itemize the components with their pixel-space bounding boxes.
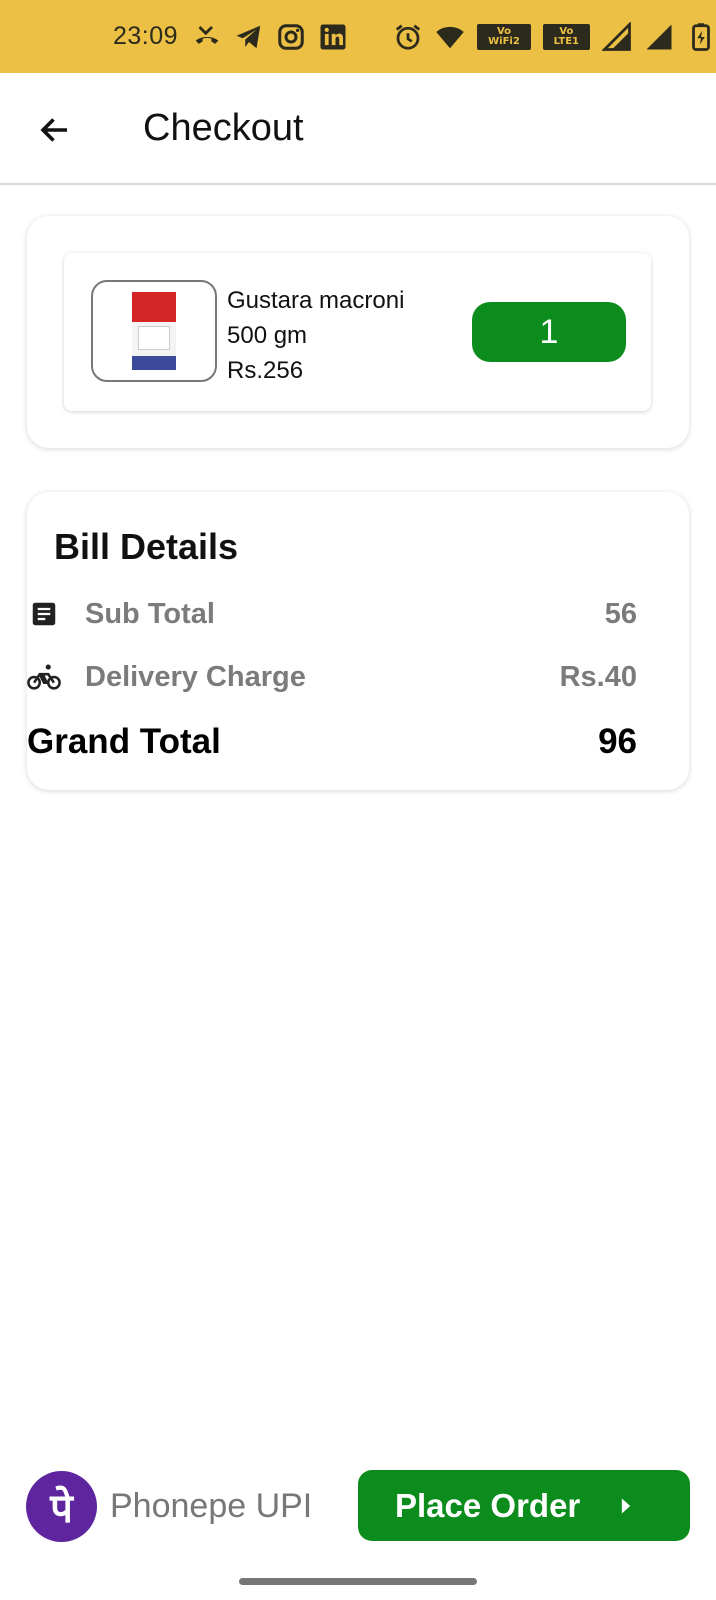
- missed-call-icon: [192, 22, 222, 52]
- cart-card: Gustara macroni 500 gm Rs.256 1: [27, 216, 689, 448]
- subtotal-label: Sub Total: [85, 597, 215, 630]
- bill-title: Bill Details: [54, 526, 239, 567]
- item-size: 500 gm: [227, 322, 308, 349]
- arrow-left-icon: [40, 118, 67, 142]
- phonepe-logo[interactable]: पे: [26, 1471, 97, 1542]
- grand-total-row: Grand Total 96: [27, 722, 637, 762]
- quantity-button[interactable]: 1: [472, 302, 626, 362]
- gesture-nav-bar[interactable]: [239, 1578, 477, 1585]
- cart-item: Gustara macroni 500 gm Rs.256 1: [64, 253, 651, 411]
- signal-icon: [602, 21, 632, 52]
- delivery-value: Rs.40: [559, 660, 637, 693]
- checkout-screen: 23:09 Vo WiFi2 Vo LTE1 Checkout Gustara …: [0, 0, 716, 1600]
- page-title: Checkout: [143, 107, 304, 149]
- place-order-button[interactable]: Place Order: [358, 1470, 690, 1541]
- status-icons: Vo WiFi2 Vo LTE1: [192, 21, 716, 52]
- battery-icon: [686, 22, 716, 52]
- place-order-label: Place Order: [395, 1486, 581, 1524]
- signal-icon: [644, 22, 674, 52]
- volte-badge: Vo LTE1: [542, 23, 590, 50]
- linkedin-icon: [318, 22, 348, 52]
- item-price: Rs.256: [227, 357, 304, 384]
- subtotal-row: Sub Total 56: [27, 594, 637, 634]
- status-bar: 23:09 Vo WiFi2 Vo LTE1: [0, 0, 716, 73]
- product-image: [91, 280, 217, 382]
- vowifi-badge: Vo WiFi2: [477, 23, 531, 50]
- alarm-icon: [393, 22, 423, 52]
- telegram-icon: [234, 22, 264, 52]
- item-name: Gustara macroni: [227, 287, 405, 314]
- back-button[interactable]: [32, 107, 78, 153]
- wifi-icon: [435, 22, 465, 52]
- status-time: 23:09: [113, 22, 179, 50]
- macaroni-package-image: [132, 292, 176, 370]
- grand-total-label: Grand Total: [27, 722, 221, 761]
- payment-method-label[interactable]: Phonepe UPI: [110, 1487, 312, 1526]
- receipt-icon: [27, 597, 61, 631]
- instagram-icon: [276, 22, 306, 52]
- delivery-label: Delivery Charge: [85, 660, 306, 693]
- bicycle-icon: [27, 660, 61, 694]
- app-bar: Checkout: [0, 73, 716, 185]
- delivery-row: Delivery Charge Rs.40: [27, 657, 637, 697]
- grand-total-value: 96: [598, 722, 637, 761]
- subtotal-value: 56: [604, 597, 637, 630]
- caret-right-icon: [622, 1498, 631, 1513]
- item-info: Gustara macroni 500 gm Rs.256: [227, 283, 404, 388]
